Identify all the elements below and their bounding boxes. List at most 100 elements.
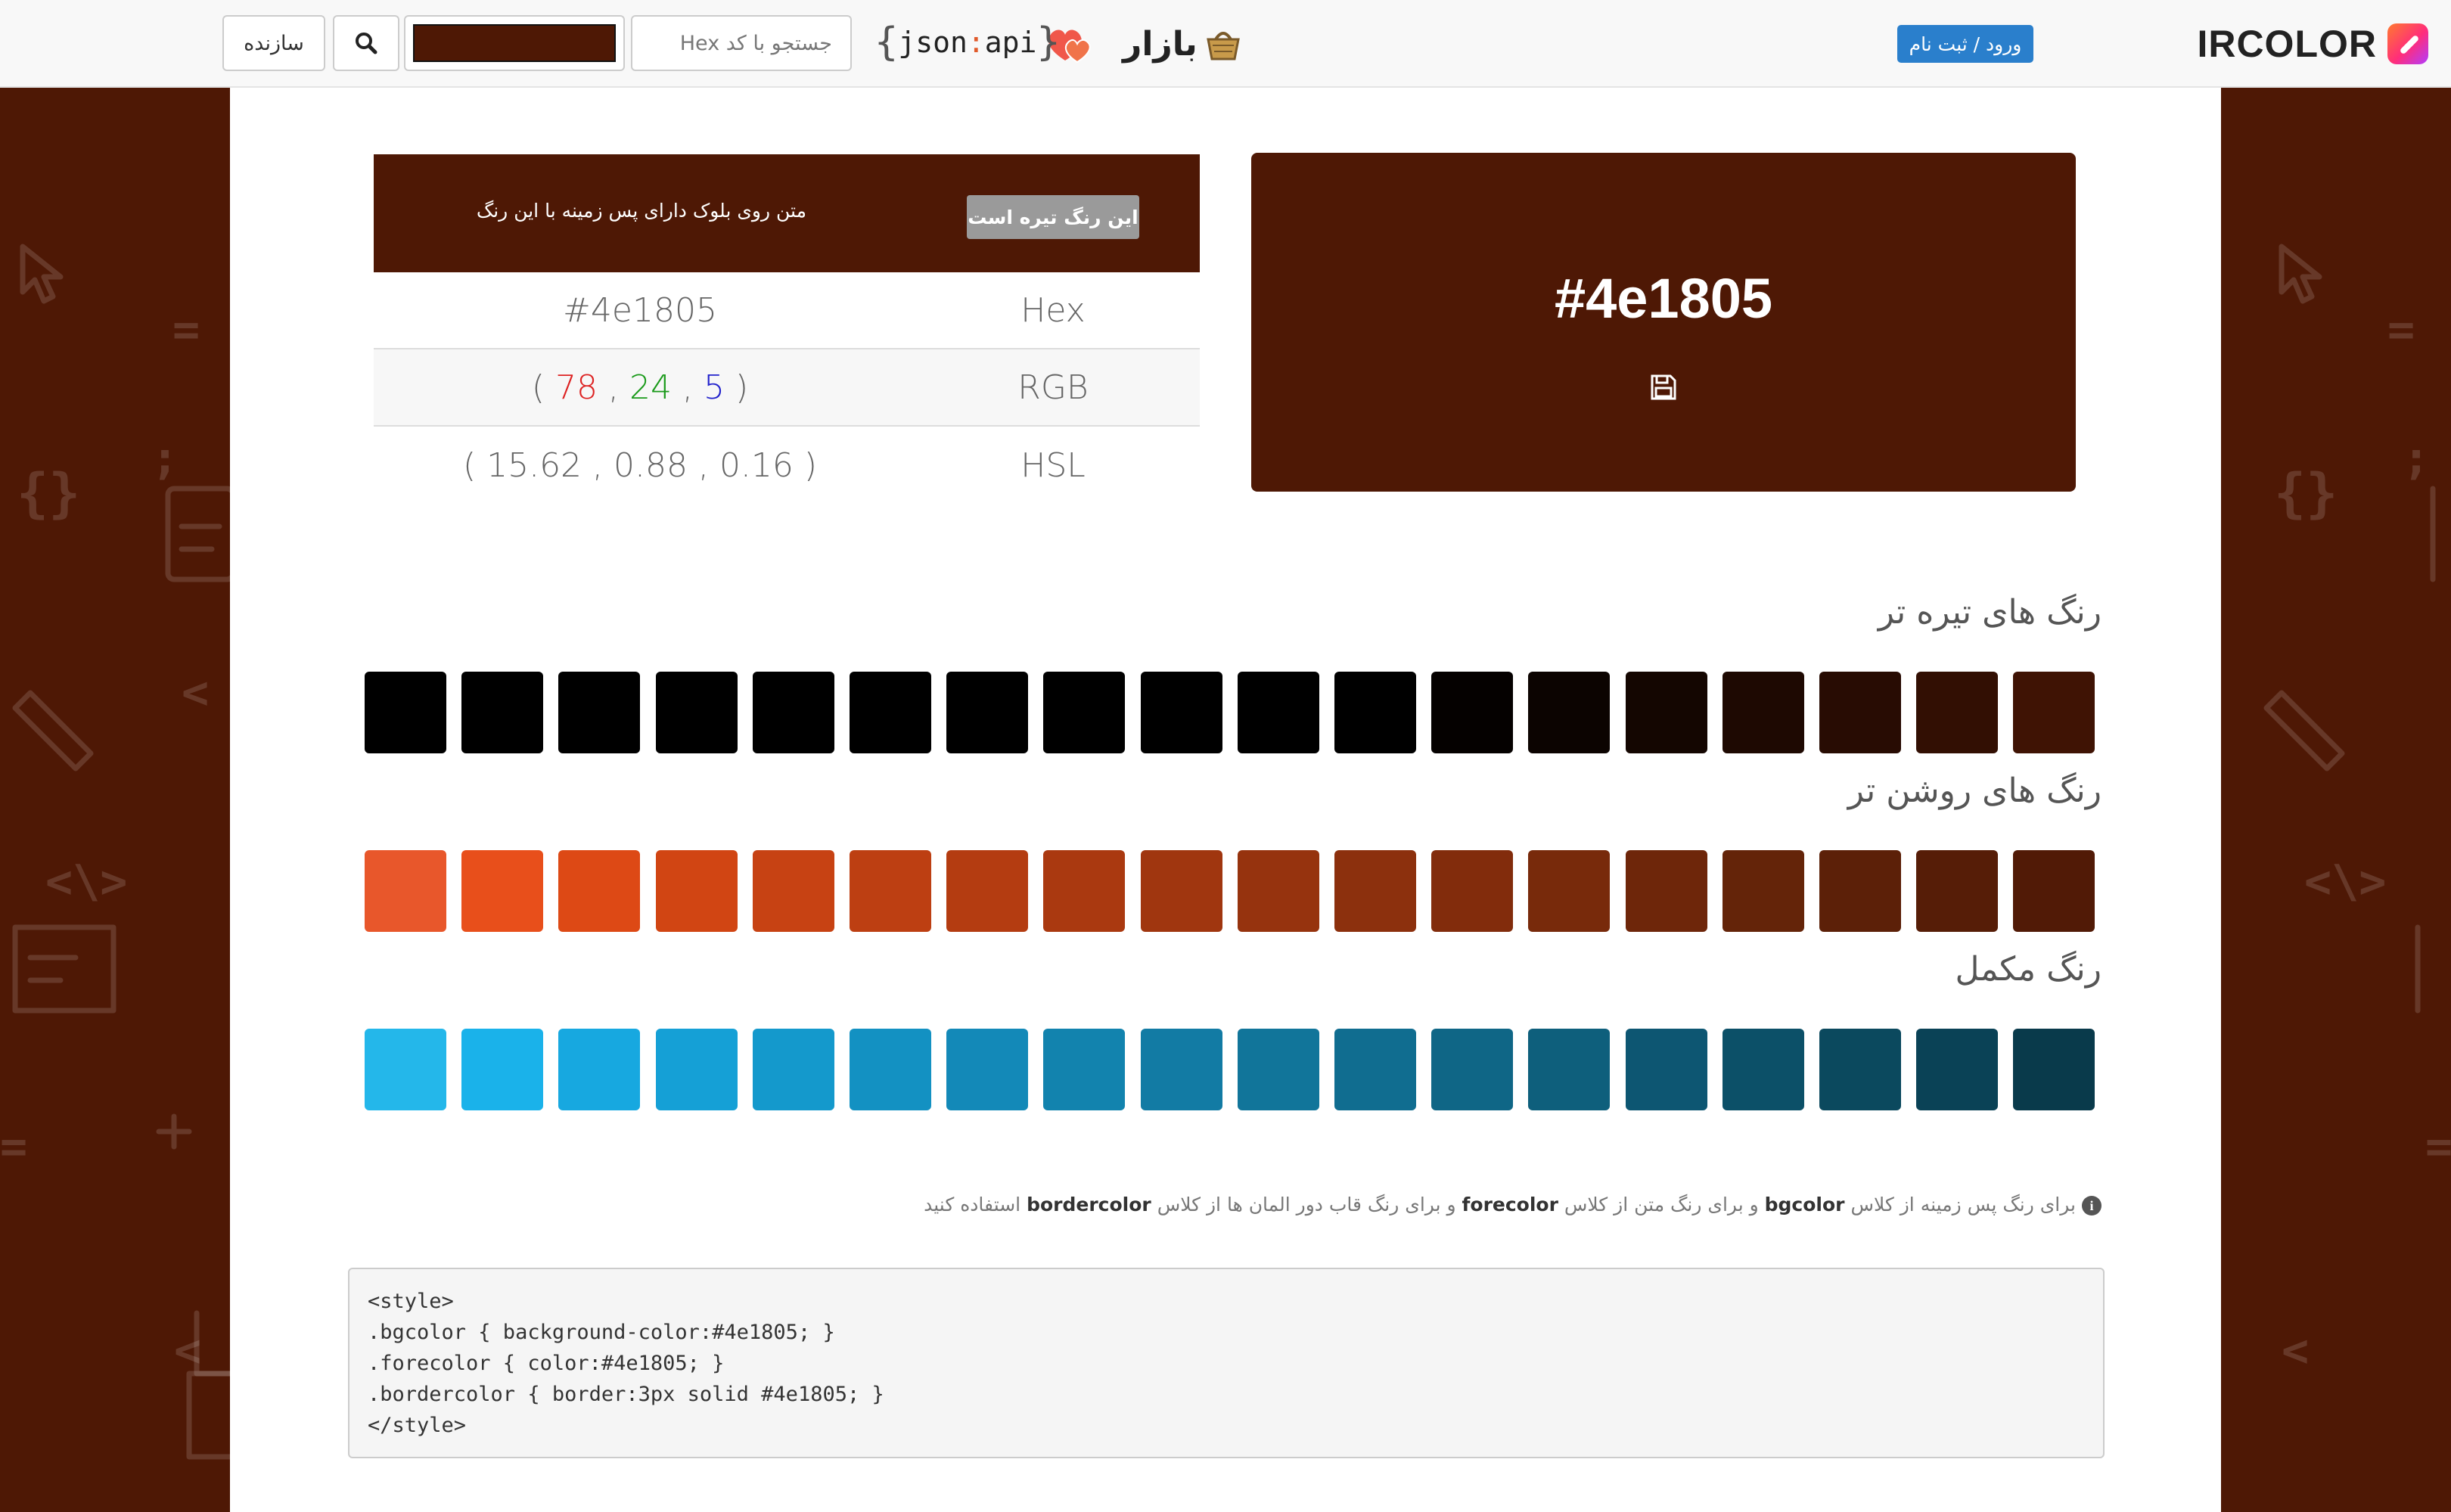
darker-swatch[interactable] [1237,672,1319,753]
hex-search-input[interactable]: جستجو با کد Hex [631,15,852,71]
hsl-value[interactable]: ( 15.62 , 0.88 , 0.16 ) [374,446,906,485]
json-colon: : [967,26,985,59]
lighter-swatch[interactable] [1528,850,1611,932]
complement-swatch[interactable] [1334,1029,1416,1110]
darker-swatch[interactable] [752,672,834,753]
darker-swatch[interactable] [946,672,1029,753]
lighter-swatch[interactable] [558,850,641,932]
svg-text:=: = [2425,1120,2451,1173]
lighter-swatch[interactable] [850,850,931,932]
color-picker-input[interactable] [404,15,625,71]
complement-swatch[interactable] [1625,1029,1707,1110]
login-register-button[interactable]: ورود / ثبت نام [1897,25,2033,63]
lighter-swatch[interactable] [1819,850,1901,932]
json-api-link[interactable]: { json : api } [874,20,1061,65]
complement-swatch[interactable] [655,1029,738,1110]
api-word: api [984,26,1037,59]
lighter-swatch[interactable] [1334,850,1416,932]
svg-text:<: < [182,666,209,719]
color-preview-hex: #4e1805 [1554,267,1773,330]
code-line: .forecolor { color:#4e1805; } [368,1352,725,1375]
lighter-swatch[interactable] [946,850,1029,932]
save-icon[interactable] [1650,374,1677,401]
complement-swatch[interactable] [1140,1029,1222,1110]
darker-swatch[interactable] [1625,672,1707,753]
complement-swatch[interactable] [1237,1029,1319,1110]
lighter-swatch[interactable] [1625,850,1707,932]
hex-value[interactable]: #4e1805 [374,291,906,330]
complement-swatch[interactable] [1043,1029,1126,1110]
lighter-swatch[interactable] [1916,850,1999,932]
complement-swatch[interactable] [365,1029,446,1110]
complement-colors-title: رنگ مکمل [1955,950,2102,989]
lighter-swatch[interactable] [1237,850,1319,932]
lighter-swatch[interactable] [655,850,738,932]
color-preview-box: #4e1805 [1251,153,2076,492]
darker-swatch[interactable] [1916,672,1999,753]
lighter-swatch[interactable] [365,850,446,932]
dark-color-badge: این رنگ تیره است [967,195,1139,239]
rgb-sep: , [672,368,704,407]
bazar-link[interactable]: بازار [1123,20,1243,68]
complement-swatch[interactable] [1722,1029,1804,1110]
lighter-swatch[interactable] [1722,850,1804,932]
search-icon [356,33,377,54]
darker-swatch[interactable] [1334,672,1416,753]
complement-swatch[interactable] [752,1029,834,1110]
darker-swatch[interactable] [1140,672,1222,753]
lighter-swatch[interactable] [461,850,544,932]
lighter-swatch[interactable] [1043,850,1126,932]
complement-swatches [365,1029,2106,1110]
darker-swatch[interactable] [2013,672,2095,753]
note-class-bordercolor: bordercolor [1027,1194,1151,1215]
complement-swatch[interactable] [850,1029,931,1110]
rgb-b-value: 5 [703,368,725,407]
svg-text:<: < [174,1324,201,1377]
rgb-row: ( 78 , 24 , 5 ) RGB [374,349,1200,427]
svg-text:;: ; [2403,432,2430,485]
svg-text:<\>: <\> [45,855,127,908]
darker-colors-title: رنگ های تیره تر [1878,593,2102,632]
darker-swatch[interactable] [1043,672,1126,753]
darker-swatch[interactable] [1528,672,1611,753]
darker-swatch[interactable] [655,672,738,753]
note-text: و برای رنگ متن از کلاس [1564,1194,1759,1215]
hsl-label: HSL [1020,446,1086,485]
complement-swatch[interactable] [946,1029,1029,1110]
rgb-value[interactable]: ( 78 , 24 , 5 ) [374,368,906,407]
builder-button[interactable]: سازنده [222,15,325,71]
css-code-block[interactable]: <style> .bgcolor { background-color:#4e18… [348,1268,2105,1458]
lighter-swatch[interactable] [752,850,834,932]
darker-swatch[interactable] [1819,672,1901,753]
navbar: IRCOLOR ورود / ثبت نام بازار { json : ap… [0,0,2451,88]
note-text: استفاده کنید [924,1194,1021,1215]
rgb-sep: , [598,368,629,407]
complement-swatch[interactable] [1528,1029,1611,1110]
darker-swatch[interactable] [850,672,931,753]
darker-swatch[interactable] [461,672,544,753]
darker-swatch[interactable] [1722,672,1804,753]
rgb-open: ( [531,368,556,407]
code-line: .bordercolor { border:3px solid #4e1805;… [368,1383,884,1406]
complement-swatch[interactable] [1819,1029,1901,1110]
note-class-forecolor: forecolor [1462,1194,1558,1215]
darker-swatch[interactable] [558,672,641,753]
lighter-swatch[interactable] [1431,850,1514,932]
background-pattern-right: = ; {} <\> = < [2263,244,2451,1377]
lighter-swatch[interactable] [1140,850,1222,932]
svg-text:=: = [0,1120,27,1173]
complement-swatch[interactable] [461,1029,544,1110]
darker-swatch[interactable] [1431,672,1514,753]
complement-swatch[interactable] [1916,1029,1999,1110]
json-word: json [898,26,968,59]
complement-swatch[interactable] [1431,1029,1514,1110]
darker-swatch[interactable] [365,672,446,753]
color-info-table: #4e1805 Hex ( 78 , 24 , 5 ) RGB ( 15.62 … [374,272,1200,504]
hsl-row: ( 15.62 , 0.88 , 0.16 ) HSL [374,427,1200,504]
brand[interactable]: IRCOLOR [2197,20,2428,68]
complement-swatch[interactable] [2013,1029,2095,1110]
search-button[interactable] [333,15,399,71]
complement-swatch[interactable] [558,1029,641,1110]
note-text: برای رنگ پس زمینه از کلاس [1850,1194,2076,1215]
lighter-swatch[interactable] [2013,850,2095,932]
